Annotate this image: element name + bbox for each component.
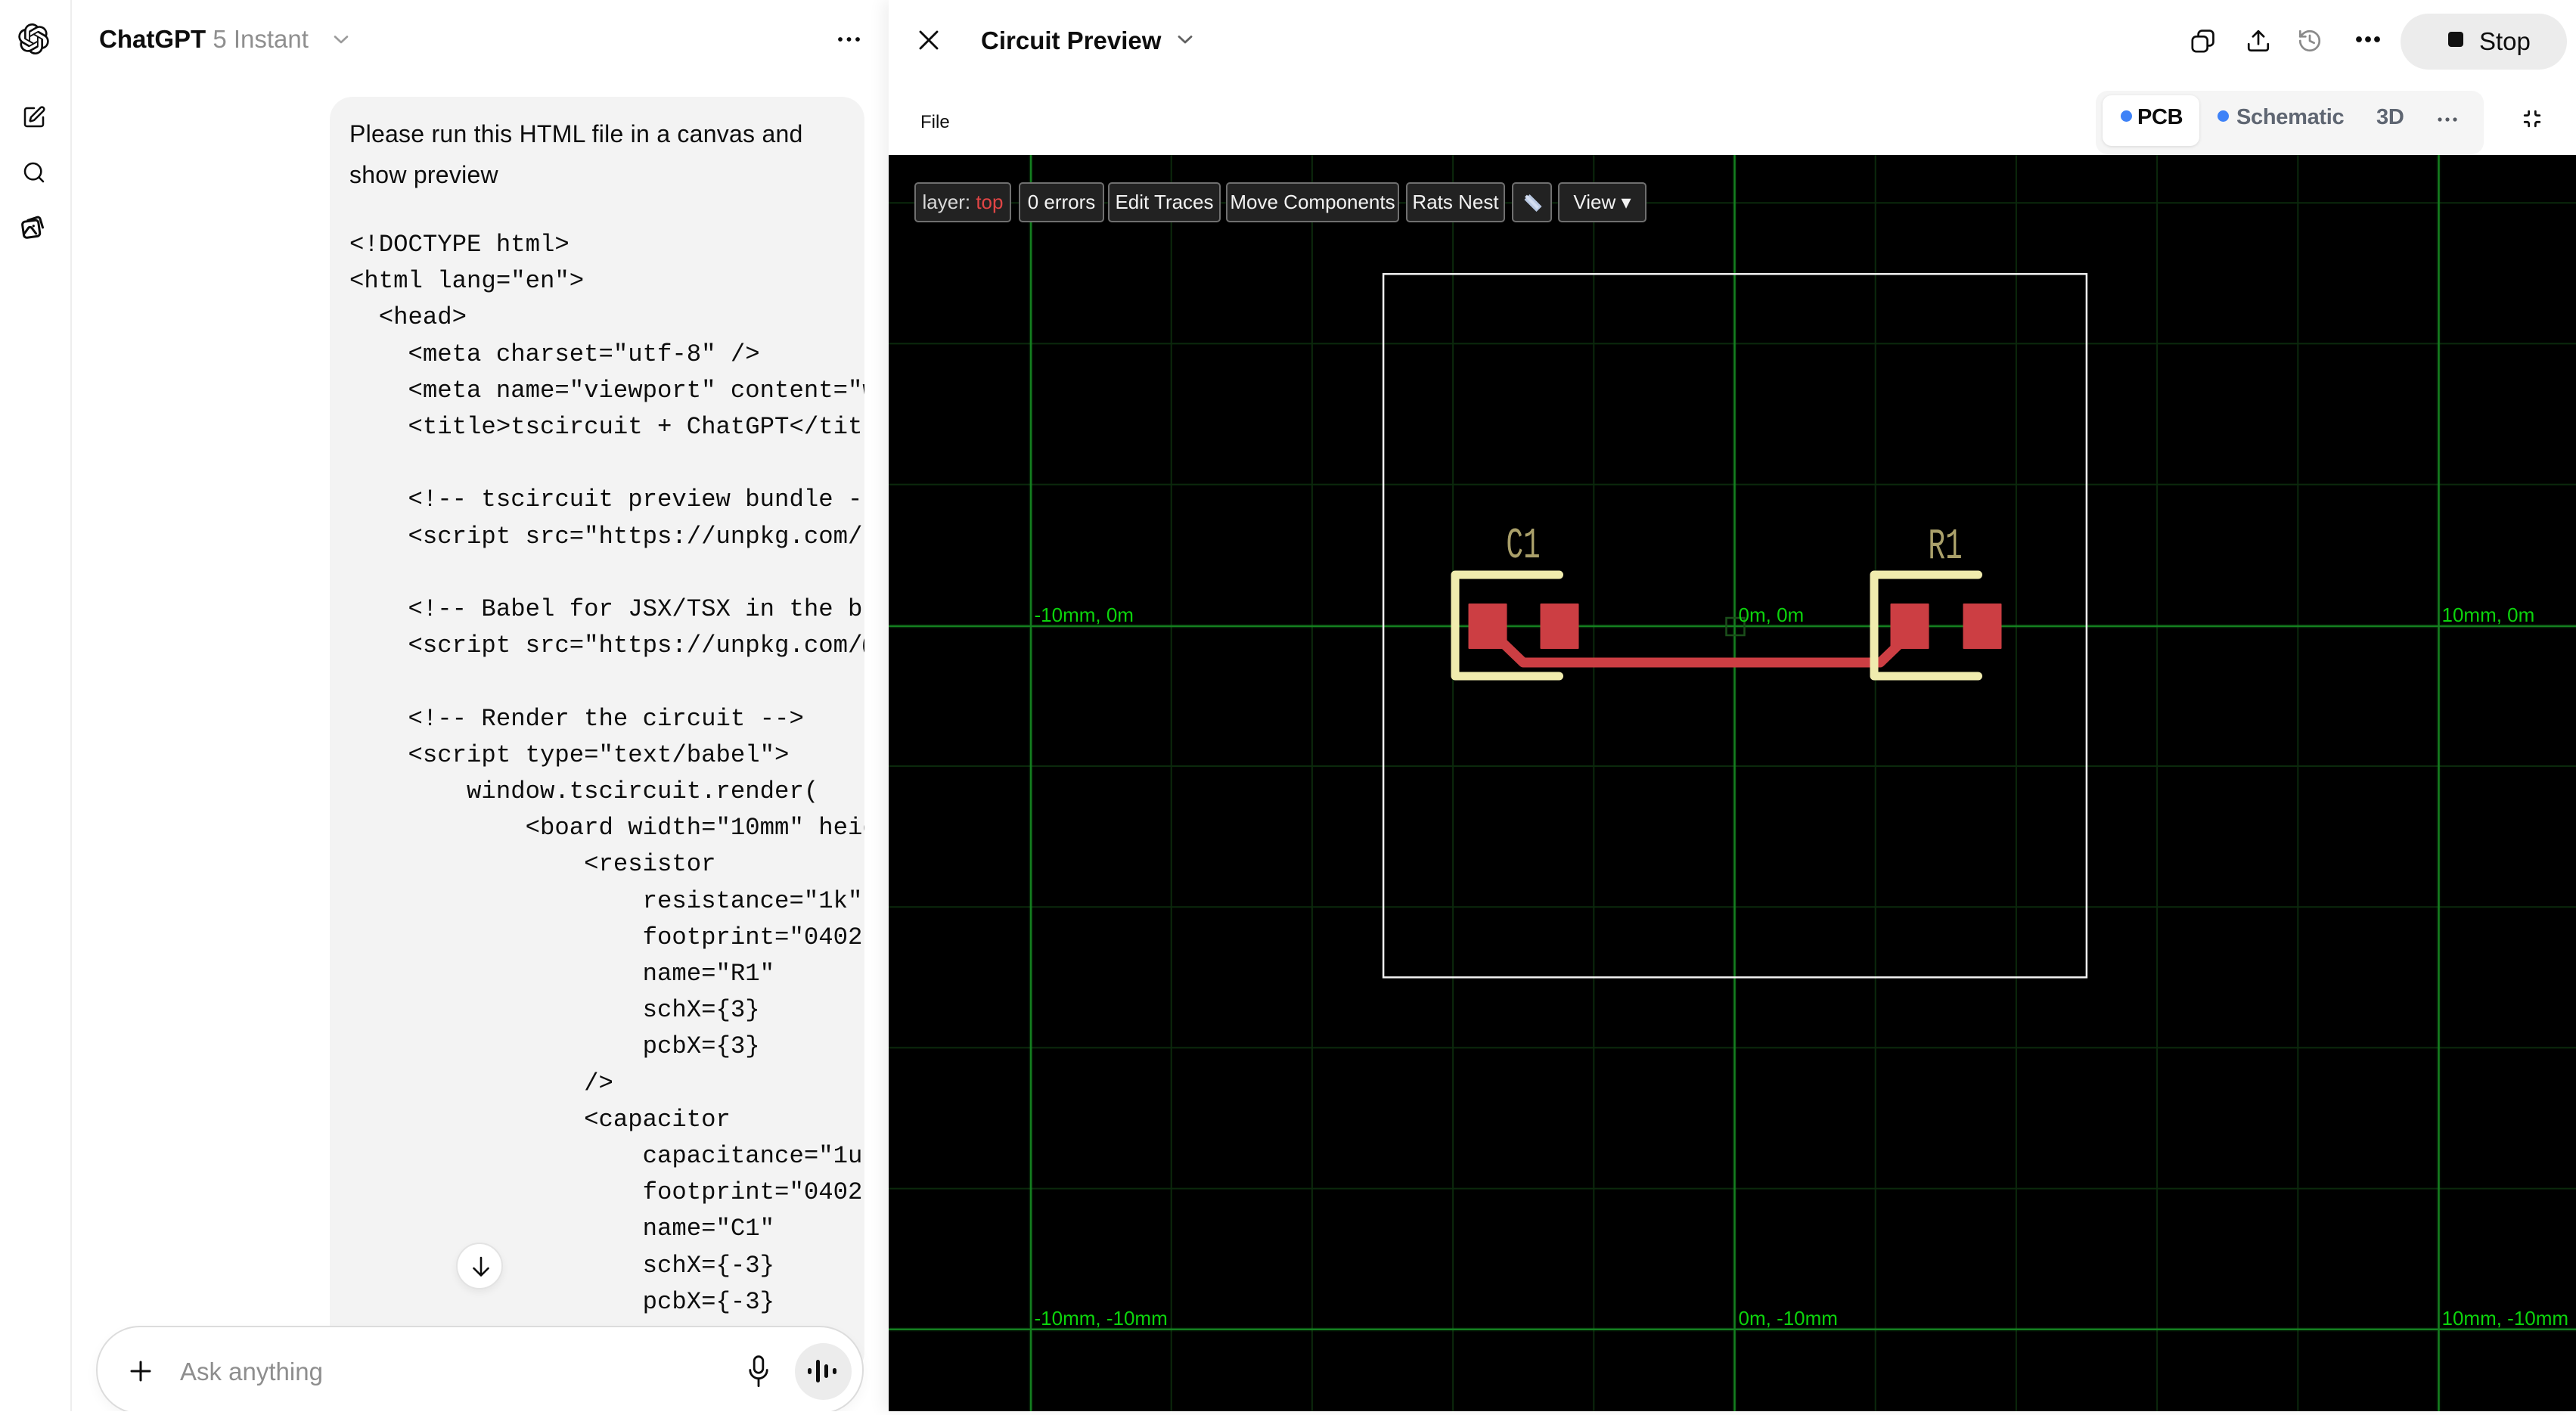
- svg-text:0m, 0m: 0m, 0m: [1739, 604, 1805, 626]
- svg-text:R1: R1: [1928, 522, 1962, 572]
- svg-text:C1: C1: [1506, 521, 1540, 571]
- svg-text:-10mm, 0m: -10mm, 0m: [1035, 604, 1134, 626]
- svg-text:10mm, 0m: 10mm, 0m: [2442, 604, 2535, 626]
- svg-text:10mm, -10mm: 10mm, -10mm: [2442, 1307, 2569, 1330]
- svg-text:0m, -10mm: 0m, -10mm: [1739, 1307, 1838, 1330]
- svg-text:-10mm, -10mm: -10mm, -10mm: [1035, 1307, 1168, 1330]
